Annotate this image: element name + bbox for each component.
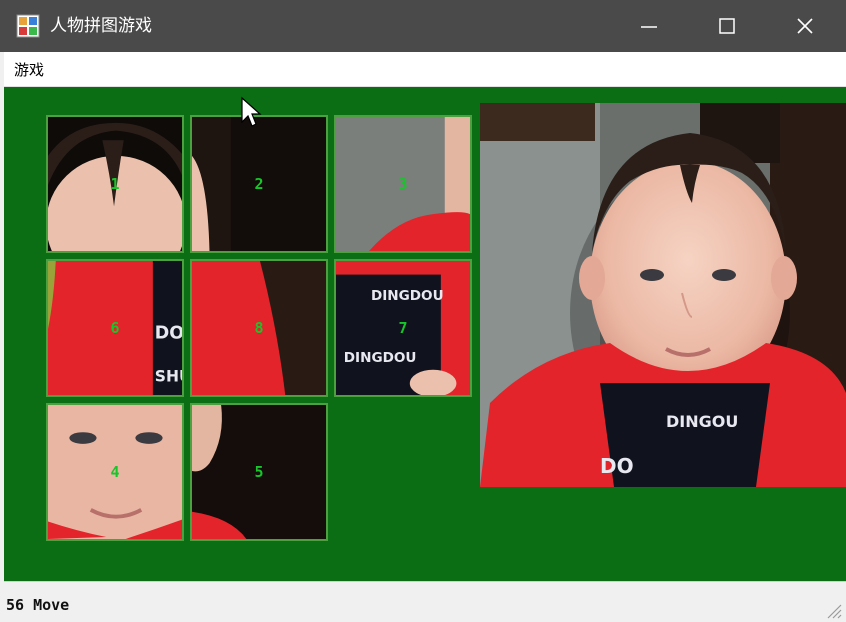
puzzle-tile-2[interactable]: 2 xyxy=(190,115,328,253)
minimize-button[interactable] xyxy=(620,0,678,52)
move-counter: 56 Move xyxy=(6,596,70,614)
puzzle-tile-4[interactable]: 4 xyxy=(46,403,184,541)
svg-text:DINGOU: DINGOU xyxy=(666,412,738,431)
puzzle-tile-5[interactable]: 5 xyxy=(190,403,328,541)
close-icon xyxy=(797,18,813,34)
window-title: 人物拼图游戏 xyxy=(50,16,152,36)
mouse-cursor-icon xyxy=(241,96,262,127)
menu-item-game[interactable]: 游戏 xyxy=(14,59,44,80)
puzzle-grid: 1 2 3 DOSHU6 8 DINGDOUDINGDOU7 4 5 xyxy=(46,115,478,547)
puzzle-tile-7[interactable]: DINGDOU DINGDOU 7 xyxy=(334,259,472,397)
puzzle-tile-6[interactable]: DOSHU6 xyxy=(46,259,192,397)
app-icon xyxy=(16,14,40,38)
svg-text:DO: DO xyxy=(600,454,634,478)
puzzle-tile-3[interactable]: 3 xyxy=(334,115,472,253)
app-window: 人物拼图游戏 游戏 1 2 3 DOSHU6 8 DINGDOUDINGDOU7 4 5 xyxy=(0,0,846,622)
minimize-icon xyxy=(641,26,657,28)
tile-number-label: 5 xyxy=(254,463,264,481)
tile-number-label: 1 xyxy=(110,175,120,193)
menu-bar: 游戏 xyxy=(4,52,846,87)
tile-number-label: 7 xyxy=(398,319,408,337)
tile-number-label: 8 xyxy=(254,319,264,337)
tile-number-label: 3 xyxy=(398,175,408,193)
close-button[interactable] xyxy=(776,0,834,52)
title-bar[interactable]: 人物拼图游戏 xyxy=(0,0,846,52)
game-board-area: 1 2 3 DOSHU6 8 DINGDOUDINGDOU7 4 5 xyxy=(4,87,846,581)
maximize-icon xyxy=(719,18,735,34)
maximize-button[interactable] xyxy=(698,0,756,52)
tile-number-label: 6 xyxy=(110,319,120,337)
resize-grip-icon[interactable] xyxy=(824,601,842,619)
tile-number-label: 4 xyxy=(110,463,120,481)
puzzle-tile-1[interactable]: 1 xyxy=(46,115,186,292)
status-bar: 56 Move xyxy=(4,581,846,622)
tile-number-label: 2 xyxy=(254,175,264,193)
puzzle-tile-8[interactable]: 8 xyxy=(190,259,328,397)
reference-photo: DINGOU DO xyxy=(480,103,846,487)
